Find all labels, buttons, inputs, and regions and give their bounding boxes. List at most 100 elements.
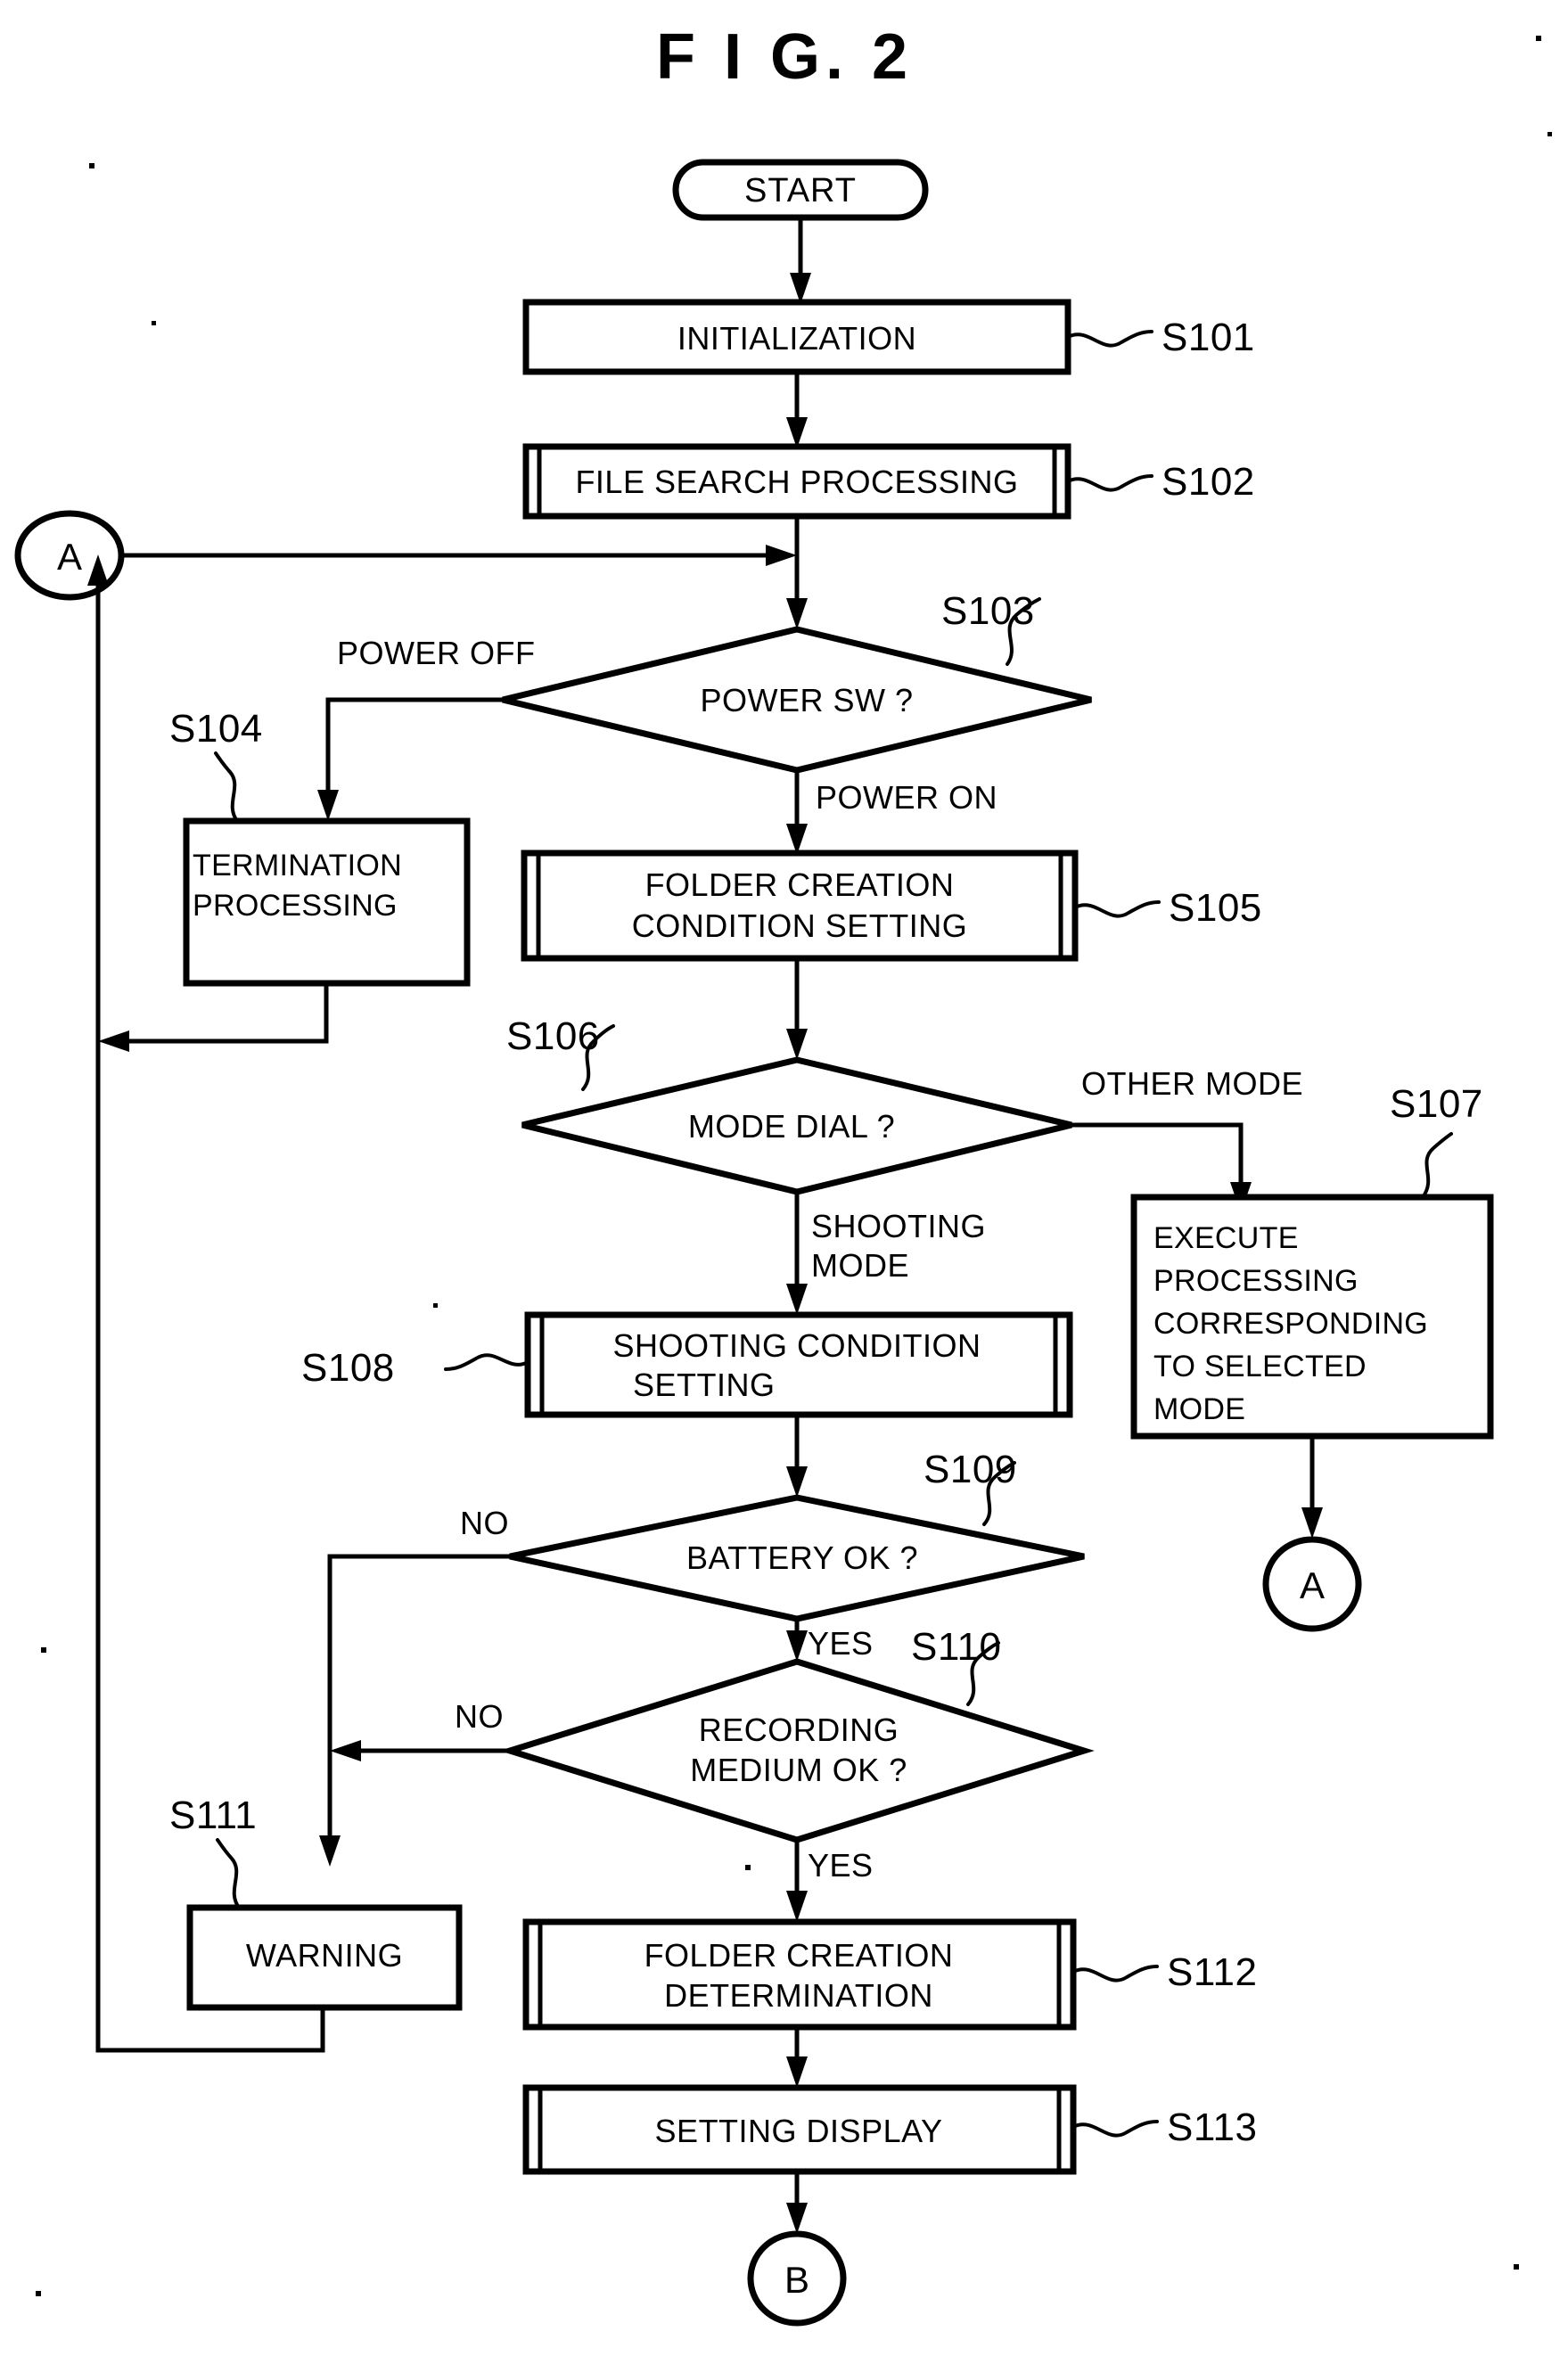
- figure-title: F I G. 2: [656, 21, 913, 93]
- node-connector-b: B: [747, 2230, 847, 2327]
- s113-step-number: S113: [1167, 2106, 1258, 2149]
- s113-label: SETTING DISPLAY: [655, 2113, 943, 2149]
- step-label-s113: S113: [1071, 2106, 1258, 2149]
- edge-label-battery-yes: YES: [808, 1625, 874, 1662]
- figure-root: F I G. 2 START INITIALIZATION S101 FILE …: [0, 0, 1568, 2356]
- edge-s110-no: NO: [330, 1698, 513, 1761]
- node-s106: MODE DIAL ?: [521, 1056, 1072, 1195]
- edge-s106-other-mode: OTHER MODE: [1069, 1065, 1303, 1213]
- step-label-s111: S111: [169, 1794, 257, 1909]
- scan-speck: [1536, 36, 1541, 41]
- edge-s111-to-return-trunk: [95, 2005, 325, 2053]
- s107-label-line5: MODE: [1153, 1392, 1245, 1426]
- node-s103: POWER SW ?: [502, 626, 1092, 774]
- node-start: START: [672, 159, 929, 221]
- s107-step-number: S107: [1390, 1082, 1483, 1126]
- node-s102: FILE SEARCH PROCESSING: [522, 443, 1071, 520]
- edge-label-medium-yes: YES: [808, 1847, 874, 1884]
- node-s111: WARNING: [186, 1904, 463, 2011]
- step-label-s108: S108: [301, 1346, 530, 1390]
- step-label-s109: S109: [924, 1448, 1017, 1526]
- s112-label-line1: FOLDER CREATION: [644, 1937, 954, 1974]
- connector-a-left-label: A: [57, 536, 82, 578]
- edge-s108-to-s109: [786, 1412, 808, 1498]
- s107-label-line4: TO SELECTED: [1153, 1350, 1367, 1383]
- scan-speck: [41, 1647, 46, 1653]
- s107-label-line2: PROCESSING: [1153, 1264, 1359, 1298]
- s110-label-line1: RECORDING: [699, 1712, 899, 1748]
- s108-label-line1: SHOOTING CONDITION: [613, 1327, 981, 1364]
- edge-label-battery-no: NO: [460, 1505, 509, 1541]
- scan-speck: [152, 321, 156, 325]
- connector-b-label: B: [784, 2259, 809, 2301]
- scan-speck: [1514, 2264, 1519, 2270]
- edge-label-power-on: POWER ON: [816, 779, 997, 816]
- step-label-s104: S104: [169, 707, 263, 823]
- step-label-s110: S110: [911, 1625, 1002, 1706]
- s109-step-number: S109: [924, 1448, 1017, 1491]
- edge-label-power-off: POWER OFF: [337, 635, 536, 671]
- s106-step-number: S106: [506, 1014, 600, 1058]
- s102-label: FILE SEARCH PROCESSING: [575, 464, 1018, 500]
- connector-a-right-label: A: [1300, 1564, 1325, 1606]
- step-label-s102: S102: [1066, 460, 1254, 504]
- s101-label: INITIALIZATION: [677, 320, 916, 357]
- flowchart-diagram: F I G. 2 START INITIALIZATION S101 FILE …: [14, 21, 1552, 2327]
- edge-s103-power-on: POWER ON: [786, 768, 997, 855]
- node-s104: TERMINATION PROCESSING: [183, 817, 471, 987]
- s110-label-line2: MEDIUM OK ?: [690, 1752, 907, 1788]
- node-s109: BATTERY OK ?: [509, 1494, 1085, 1622]
- s104-step-number: S104: [169, 707, 263, 751]
- s112-step-number: S112: [1167, 1950, 1258, 1994]
- step-label-s103: S103: [941, 589, 1041, 666]
- s105-label-line2: CONDITION SETTING: [632, 907, 968, 944]
- scan-speck: [1547, 132, 1552, 136]
- s104-label-line2: PROCESSING: [193, 889, 398, 923]
- edge-s109-no: NO: [319, 1505, 513, 1867]
- s105-step-number: S105: [1169, 886, 1262, 930]
- s101-step-number: S101: [1162, 316, 1255, 359]
- edge-label-medium-no: NO: [455, 1698, 504, 1735]
- edge-s102-to-s103: [786, 513, 808, 629]
- edge-s106-shooting-mode: SHOOTING MODE: [786, 1189, 986, 1315]
- s103-label: POWER SW ?: [700, 682, 913, 718]
- step-label-s112: S112: [1071, 1950, 1258, 1994]
- edge-s113-to-connector-b: [786, 2169, 808, 2234]
- step-label-s101: S101: [1066, 316, 1255, 359]
- s107-label-line3: CORRESPONDING: [1153, 1307, 1428, 1341]
- s108-label-line2: SETTING: [633, 1367, 776, 1403]
- scan-speck: [433, 1303, 438, 1308]
- edge-s103-power-off: POWER OFF: [317, 635, 536, 821]
- edge-label-shooting-mode-line2: MODE: [811, 1247, 909, 1284]
- s109-label: BATTERY OK ?: [686, 1539, 918, 1576]
- s107-label-line1: EXECUTE: [1153, 1221, 1299, 1255]
- scan-speck: [89, 163, 94, 168]
- node-connector-a-right: A: [1262, 1536, 1362, 1632]
- s106-label: MODE DIAL ?: [688, 1108, 895, 1145]
- node-s101: INITIALIZATION: [522, 299, 1071, 375]
- s112-label-line2: DETERMINATION: [664, 1977, 933, 2014]
- edge-s105-to-s106: [786, 956, 808, 1060]
- node-s110: RECORDING MEDIUM OK ?: [499, 1658, 1095, 1843]
- edge-label-shooting-mode-line1: SHOOTING: [811, 1208, 986, 1244]
- edge-s112-to-s113: [786, 2024, 808, 2088]
- node-s113: SETTING DISPLAY: [522, 2084, 1077, 2175]
- edge-connector-a-to-spine: [119, 545, 797, 566]
- s108-step-number: S108: [301, 1346, 395, 1390]
- scan-speck: [745, 1865, 751, 1870]
- s103-step-number: S103: [941, 589, 1035, 633]
- node-s107: EXECUTE PROCESSING CORRESPONDING TO SELE…: [1130, 1194, 1494, 1440]
- s110-decision-shape: [499, 1658, 1095, 1843]
- edge-s107-to-connector-a: [1301, 1433, 1323, 1539]
- edge-start-to-s101: [790, 215, 811, 304]
- scan-speck: [36, 2291, 41, 2296]
- step-label-s106: S106: [506, 1014, 615, 1091]
- edge-s104-to-return-trunk: [98, 981, 329, 1052]
- step-label-s105: S105: [1073, 886, 1262, 930]
- s111-step-number: S111: [169, 1794, 257, 1837]
- edge-s109-yes: YES: [786, 1616, 874, 1662]
- edge-label-other-mode: OTHER MODE: [1081, 1065, 1303, 1102]
- node-s108: SHOOTING CONDITION SETTING: [524, 1311, 1073, 1418]
- s110-step-number: S110: [911, 1625, 1002, 1669]
- node-s112: FOLDER CREATION DETERMINATION: [522, 1918, 1077, 2031]
